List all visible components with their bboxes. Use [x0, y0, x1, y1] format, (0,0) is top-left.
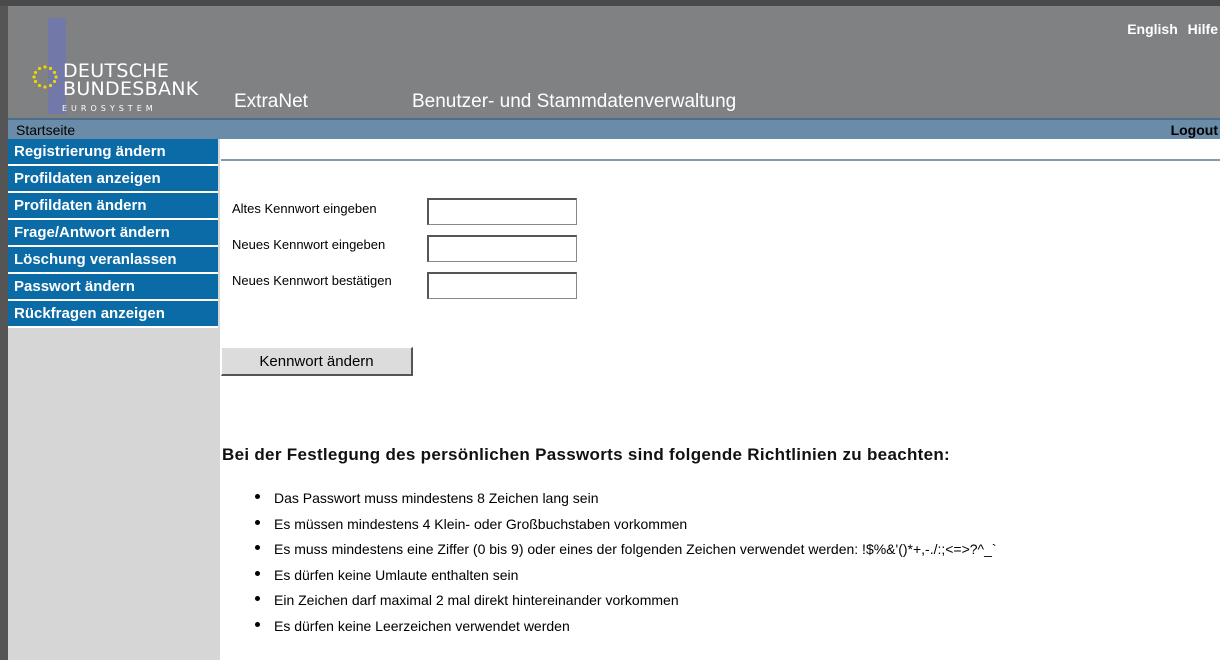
app-name: ExtraNet	[234, 91, 308, 112]
left-border	[0, 6, 8, 660]
rule-item: Es müssen mindestens 4 Klein- oder Großb…	[250, 512, 997, 538]
sidebar-item-registrierung[interactable]: Registrierung ändern	[8, 139, 218, 166]
english-link[interactable]: English	[1127, 21, 1178, 37]
page-header: DEUTSCHE BUNDESBANK EUROSYSTEM ExtraNet …	[8, 6, 1220, 118]
change-password-button[interactable]: Kennwort ändern	[221, 347, 413, 376]
page-title: Benutzer- und Stammdatenverwaltung	[412, 91, 737, 112]
top-links: English Hilfe	[1121, 21, 1218, 37]
rules-heading: Bei der Festlegung des persönlichen Pass…	[222, 445, 950, 464]
sidebar-item-profildaten-anzeigen[interactable]: Profildaten anzeigen	[8, 166, 218, 193]
sidebar-item-loeschung[interactable]: Löschung veranlassen	[8, 247, 218, 274]
sidebar: Registrierung ändern Profildaten anzeige…	[8, 139, 220, 660]
new-password-field[interactable]	[427, 235, 577, 262]
sidebar-item-passwort[interactable]: Passwort ändern	[8, 274, 218, 301]
new-password-label: Neues Kennwort eingeben	[232, 237, 386, 252]
content-divider	[221, 159, 1220, 161]
confirm-password-label: Neues Kennwort bestätigen	[232, 273, 392, 288]
old-password-label: Altes Kennwort eingeben	[232, 201, 377, 216]
confirm-password-field[interactable]	[427, 272, 577, 299]
rule-item: Es muss mindestens eine Ziffer (0 bis 9)…	[250, 537, 997, 563]
eurosystem-stars-icon	[32, 65, 58, 89]
rules-list: Das Passwort muss mindestens 8 Zeichen l…	[250, 486, 997, 639]
rule-item: Es dürfen keine Umlaute enthalten sein	[250, 563, 997, 589]
sidebar-item-frage-antwort[interactable]: Frage/Antwort ändern	[8, 220, 218, 247]
nav-bar: Startseite Logout	[8, 118, 1220, 139]
sidebar-item-profildaten-aendern[interactable]: Profildaten ändern	[8, 193, 218, 220]
rule-item: Das Passwort muss mindestens 8 Zeichen l…	[250, 486, 997, 512]
home-link[interactable]: Startseite	[16, 122, 75, 138]
rule-item: Ein Zeichen darf maximal 2 mal direkt hi…	[250, 588, 997, 614]
logo-line-2: BUNDESBANK	[63, 78, 199, 100]
rule-item: Es dürfen keine Leerzeichen verwendet we…	[250, 614, 997, 640]
help-link[interactable]: Hilfe	[1188, 21, 1218, 37]
sidebar-item-rueckfragen[interactable]: Rückfragen anzeigen	[8, 301, 218, 328]
logo-subline: EUROSYSTEM	[62, 104, 157, 113]
bank-logo: DEUTSCHE BUNDESBANK	[63, 62, 199, 100]
logout-link[interactable]: Logout	[1171, 122, 1218, 138]
old-password-field[interactable]	[427, 198, 577, 225]
